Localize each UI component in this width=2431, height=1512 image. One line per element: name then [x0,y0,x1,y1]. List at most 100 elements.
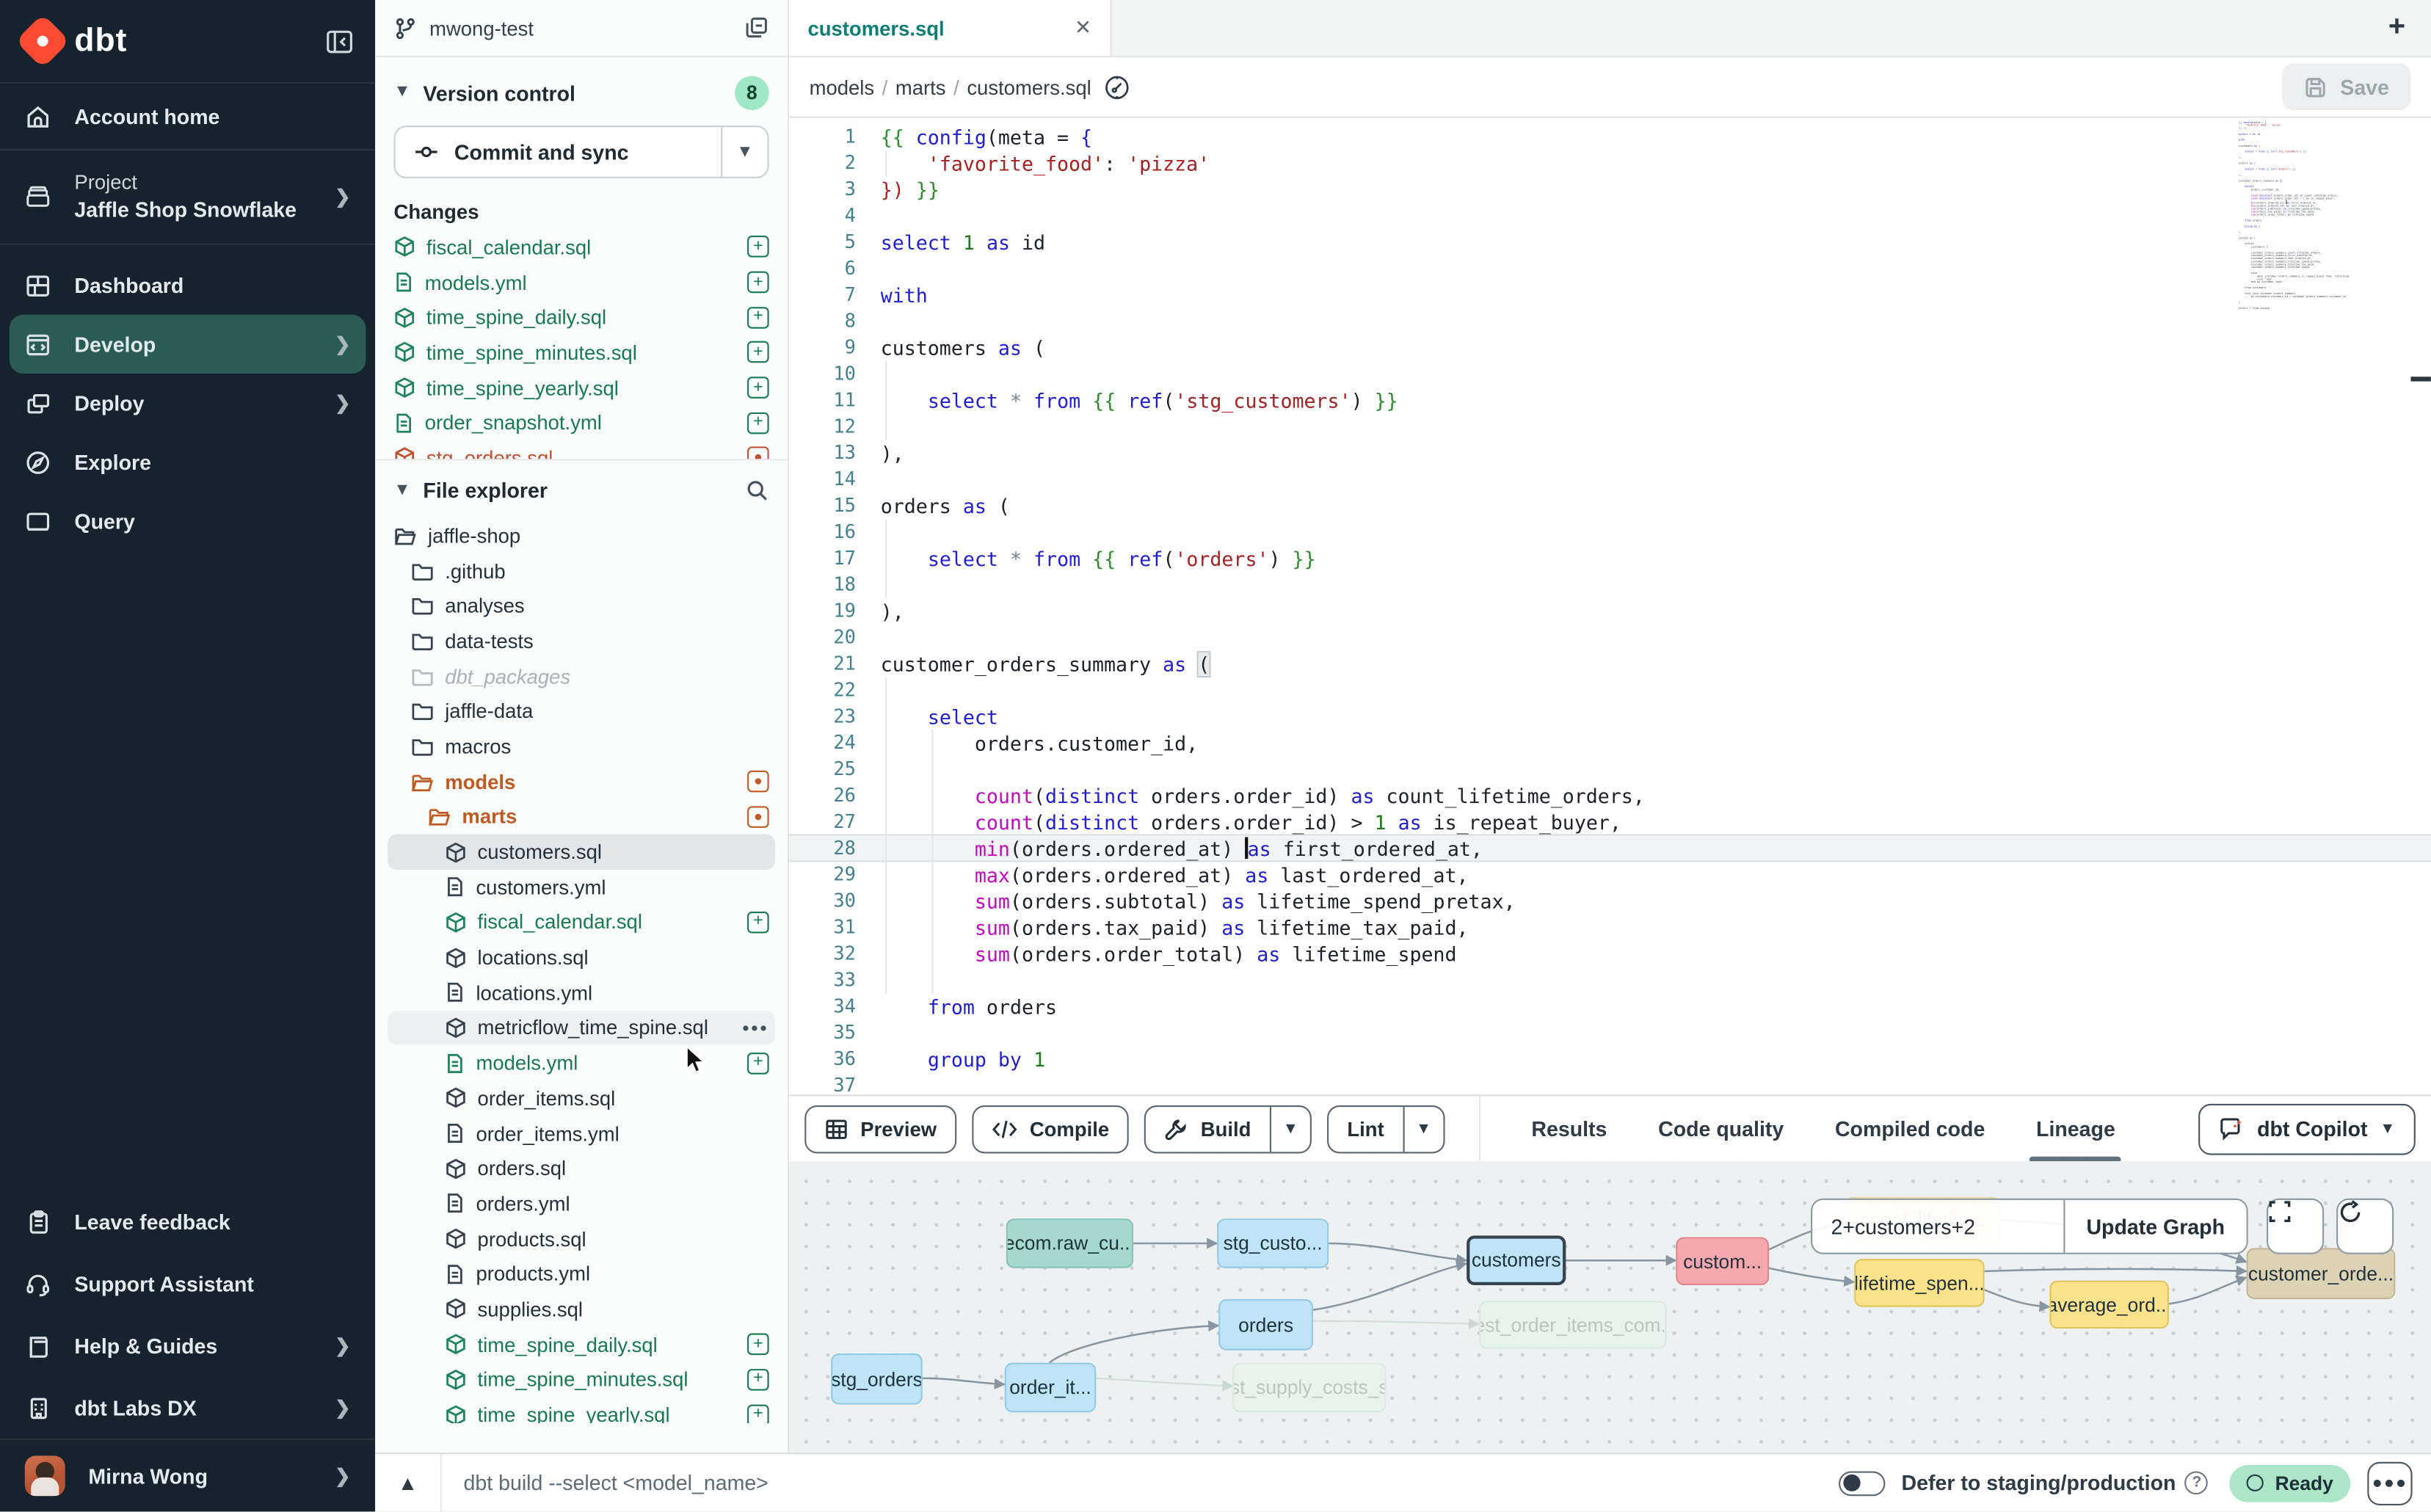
tree-item-analyses[interactable]: analyses [388,588,775,623]
change-row[interactable]: stg_orders.sql [388,440,775,459]
sidebar-item-account-home[interactable]: Account home [0,84,375,149]
preview-button-main[interactable]: Preview [806,1106,955,1151]
modified-badge-icon[interactable] [747,447,769,459]
lineage-node-orders[interactable]: orders [1218,1299,1313,1351]
fullscreen-button[interactable] [2267,1199,2324,1254]
tree-item-customers-sql[interactable]: customers.sql [388,835,775,870]
lineage-node-order-items[interactable]: order_it... [1005,1363,1097,1413]
lineage-search-input[interactable]: 2+customers+2 [1812,1200,2063,1253]
lineage-node-customers[interactable]: customers [1467,1235,1566,1285]
lineage-node-customer-orders[interactable]: customer_orde... [2247,1248,2396,1299]
stage-plus-icon[interactable]: + [747,377,769,399]
build-button-main[interactable]: Build [1147,1106,1270,1151]
stage-plus-icon[interactable]: + [747,412,769,434]
update-graph-button[interactable]: Update Graph [2063,1200,2247,1253]
lineage-node-ecom-raw-customers[interactable]: ecom.raw_cu... [1006,1218,1133,1268]
save-button[interactable]: Save [2283,64,2410,110]
tab-results[interactable]: Results [1531,1095,1607,1162]
lint-button-main[interactable]: Lint [1329,1106,1403,1151]
lineage-panel[interactable]: count_lifetim...ecom.raw_cu...stg_custo.… [789,1161,2431,1453]
tree-item-customers-yml[interactable]: customers.yml [388,870,775,905]
tab-customers-sql[interactable]: customers.sql ✕ [789,0,1111,56]
editor-minimap[interactable]: {{ config(meta = { 'favorite_food': 'piz… [2239,121,2409,431]
tree-item-models-yml[interactable]: models.yml+ [388,1045,775,1080]
tree-item-time-spine-daily-sql[interactable]: time_spine_daily.sql+ [388,1327,775,1362]
change-row[interactable]: order_snapshot.yml+ [388,405,775,440]
sidebar-item-explore[interactable]: Explore [0,432,375,491]
stage-plus-icon[interactable]: + [747,1052,769,1074]
tree-item-marts[interactable]: marts [388,799,775,835]
modified-badge-icon[interactable] [747,806,769,828]
compile-button[interactable]: Compile [973,1105,1130,1152]
file-explorer-header[interactable]: ▼ File explorer [375,460,788,515]
tree-item-order-items-yml[interactable]: order_items.yml [388,1116,775,1151]
tree-item-macros[interactable]: macros [388,729,775,764]
change-row[interactable]: time_spine_yearly.sql+ [388,370,775,405]
search-icon[interactable] [746,479,769,503]
row-menu-icon[interactable]: ••• [743,1017,769,1039]
lineage-node-test-supply-costs[interactable]: test_supply_costs_s... [1232,1363,1386,1413]
tree-item-products-yml[interactable]: products.yml [388,1257,775,1292]
code-editor[interactable]: 1234567891011121314151617181920212223242… [789,118,2431,1095]
stage-plus-icon[interactable]: + [747,272,769,294]
tree-item-orders-yml[interactable]: orders.yml [388,1186,775,1221]
lineage-node-lifetime-spend[interactable]: lifetime_spen... [1854,1259,1984,1306]
lint-dropdown[interactable]: ▼ [1403,1106,1443,1151]
sidebar-collapse-icon[interactable] [326,27,354,55]
stage-plus-icon[interactable]: + [747,1369,769,1391]
tree-item-locations-sql[interactable]: locations.sql [388,940,775,975]
lineage-node-stg-customers[interactable]: stg_custo... [1217,1218,1329,1268]
command-input[interactable]: dbt build --select <model_name> [442,1471,1839,1494]
tree-item-metricflow-time-spine-sql[interactable]: metricflow_time_spine.sql••• [388,1010,775,1045]
tree-item-models[interactable]: models [388,764,775,799]
tree-item-dbt-packages[interactable]: dbt_packages [388,658,775,694]
new-tab-button[interactable]: + [2363,0,2431,56]
lint-button[interactable]: Lint▼ [1327,1105,1445,1152]
stage-plus-icon[interactable]: + [747,307,769,329]
tree-item-time-spine-yearly-sql[interactable]: time_spine_yearly.sql+ [388,1397,775,1423]
tree-item-data-tests[interactable]: data-tests [388,623,775,658]
sidebar-item-project[interactable]: Project Jaffle Shop Snowflake ❯ [0,150,375,244]
lineage-node-test-order-items[interactable]: test_order_items_com... [1479,1301,1667,1348]
commit-options-dropdown[interactable]: ▼ [721,127,767,177]
panel-collapse-chevron[interactable]: ▲ [375,1454,442,1511]
defer-toggle[interactable] [1839,1470,1886,1495]
lineage-node-average-order[interactable]: average_ord... [2049,1281,2169,1329]
tab-code-quality[interactable]: Code quality [1658,1095,1784,1162]
user-menu[interactable]: Mirna Wong ❯ [0,1440,375,1511]
branch-name[interactable]: mwong-test [429,16,534,40]
stage-plus-icon[interactable]: + [747,236,769,258]
change-row[interactable]: time_spine_daily.sql+ [388,299,775,335]
dbt-copilot-button[interactable]: dbt Copilot▼ [2198,1103,2416,1155]
code-content[interactable]: {{ config(meta = { 'favorite_food': 'piz… [881,124,1645,1094]
change-row[interactable]: fiscal_calendar.sql+ [388,230,775,265]
sidebar-item-leave-feedback[interactable]: Leave feedback [0,1191,375,1252]
scrollbar-thumb[interactable] [2410,377,2430,381]
sidebar-item-deploy[interactable]: Deploy ❯ [0,374,375,432]
change-row[interactable]: models.yml+ [388,265,775,300]
stage-plus-icon[interactable]: + [747,342,769,364]
tree-item-products-sql[interactable]: products.sql [388,1221,775,1257]
stage-plus-icon[interactable]: + [747,912,769,934]
copy-icon[interactable] [744,15,769,40]
sidebar-item-dbt-labs-dx[interactable]: dbt Labs DX ❯ [0,1377,375,1439]
tree-item-locations-yml[interactable]: locations.yml [388,975,775,1010]
sidebar-item-support-assistant[interactable]: Support Assistant [0,1253,375,1315]
build-button[interactable]: Build▼ [1145,1105,1312,1152]
version-control-header[interactable]: ▼ Version control 8 [375,57,788,123]
modified-badge-icon[interactable] [747,771,769,793]
sidebar-item-dashboard[interactable]: Dashboard [0,256,375,315]
tree-item-jaffle-data[interactable]: jaffle-data [388,694,775,729]
help-icon[interactable]: ? [2185,1471,2209,1494]
tree-item--github[interactable]: .github [388,553,775,588]
sidebar-item-query[interactable]: Query [0,492,375,550]
more-options-button[interactable]: ●●● [2367,1461,2412,1505]
copilot-badge-icon[interactable] [1104,73,1130,100]
lineage-node-custom-test[interactable]: custom... [1676,1237,1769,1285]
tab-compiled-code[interactable]: Compiled code [1835,1095,1985,1162]
commit-and-sync-button[interactable]: Commit and sync ▼ [393,126,768,178]
tree-item-order-items-sql[interactable]: order_items.sql [388,1080,775,1116]
status-badge[interactable]: Ready [2230,1464,2350,1502]
sidebar-item-help-guides[interactable]: Help & Guides ❯ [0,1315,375,1376]
preview-button[interactable]: Preview [804,1105,956,1152]
